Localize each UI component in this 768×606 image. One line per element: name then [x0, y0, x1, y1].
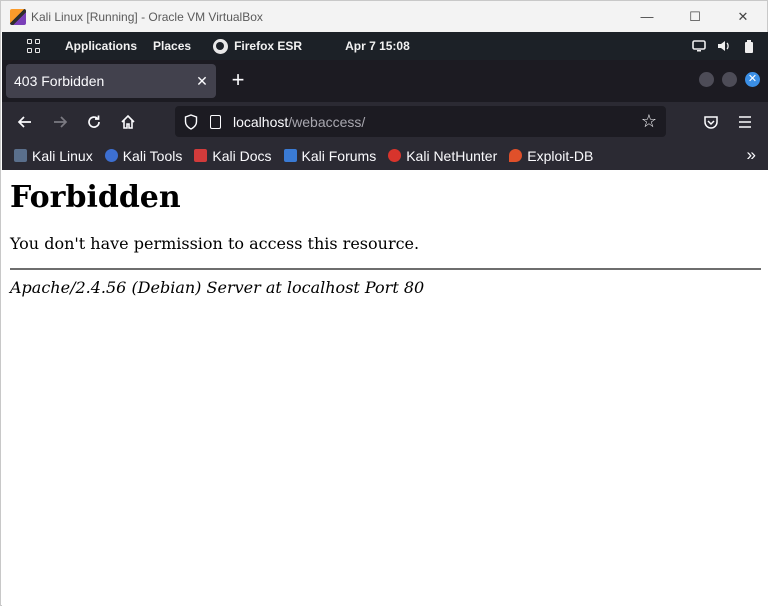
bookmarks-toolbar: Kali Linux Kali Tools Kali Docs Kali For…	[2, 141, 768, 170]
tab-close-icon[interactable]: ✕	[188, 73, 216, 90]
home-button[interactable]	[116, 110, 140, 134]
forward-button[interactable]	[48, 110, 72, 134]
bookmarks-overflow-chevron-icon[interactable]: »	[747, 145, 756, 165]
tab-403-forbidden[interactable]: 403 Forbidden ✕	[6, 64, 216, 98]
kali-forums-icon	[283, 149, 297, 162]
tab-title: 403 Forbidden	[14, 73, 105, 89]
bookmark-kali-nethunter[interactable]: Kali NetHunter	[388, 148, 497, 164]
panel-clock[interactable]: Apr 7 15:08	[345, 39, 410, 53]
applications-menu[interactable]: Applications	[65, 39, 137, 53]
bookmark-kali-docs[interactable]: Kali Docs	[194, 147, 272, 164]
browser-nav-bar: localhost/webaccess/ ☆	[2, 102, 768, 141]
host-window-controls: — ☐ ✕	[623, 1, 767, 32]
bookmark-star-icon[interactable]: ☆	[638, 110, 660, 132]
volume-icon[interactable]	[717, 40, 731, 52]
bookmark-label: Kali Docs	[212, 147, 272, 164]
url-path: /webaccess/	[288, 113, 366, 130]
virtualbox-app-icon	[10, 8, 26, 25]
kali-docs-icon	[194, 149, 208, 162]
page-heading: Forbidden	[10, 180, 181, 215]
bookmark-kali-tools[interactable]: Kali Tools	[104, 147, 183, 164]
reload-button[interactable]	[82, 110, 106, 134]
bookmark-label: Exploit-DB	[527, 147, 594, 164]
page-content: Forbidden You don't have permission to a…	[2, 170, 768, 606]
new-tab-button[interactable]: +	[226, 69, 250, 93]
pocket-button[interactable]	[699, 110, 723, 134]
browser-tab-strip: 403 Forbidden ✕ + ✕	[2, 60, 768, 102]
host-titlebar: Kali Linux [Running] - Oracle VM Virtual…	[1, 1, 767, 32]
server-signature: Apache/2.4.56 (Debian) Server at localho…	[10, 278, 425, 297]
url-text[interactable]: localhost/webaccess/	[233, 114, 365, 130]
app-grid-icon[interactable]	[27, 39, 41, 53]
address-bar[interactable]: localhost/webaccess/ ☆	[175, 106, 666, 137]
bookmark-exploit-db[interactable]: Exploit-DB	[509, 148, 593, 164]
kali-dragon-icon	[14, 149, 27, 162]
app-menu-button[interactable]	[733, 110, 757, 134]
host-window-title: Kali Linux [Running] - Oracle VM Virtual…	[31, 9, 263, 24]
tracking-protection-shield-icon[interactable]	[184, 113, 198, 130]
exploit-db-icon	[509, 149, 523, 162]
display-icon[interactable]	[692, 40, 706, 52]
close-button[interactable]: ✕	[719, 1, 767, 32]
error-message: You don't have permission to access this…	[10, 234, 420, 253]
browser-close-button[interactable]: ✕	[745, 72, 760, 87]
browser-window-controls: ✕	[699, 72, 760, 87]
bookmark-label: Kali NetHunter	[406, 147, 498, 164]
places-menu[interactable]: Places	[153, 39, 191, 53]
bookmark-kali-forums[interactable]: Kali Forums	[283, 147, 377, 164]
minimize-button[interactable]: —	[623, 1, 671, 32]
back-button[interactable]	[13, 110, 37, 134]
virtualbox-window: Kali Linux [Running] - Oracle VM Virtual…	[0, 0, 768, 606]
maximize-button[interactable]: ☐	[671, 1, 719, 32]
browser-minimize-button[interactable]	[699, 72, 714, 87]
bookmark-label: Kali Linux	[32, 147, 93, 164]
bookmark-kali-linux[interactable]: Kali Linux	[14, 148, 93, 164]
active-app-label[interactable]: Firefox ESR	[234, 39, 302, 53]
kali-tools-icon	[104, 149, 118, 162]
bookmark-label: Kali Tools	[122, 147, 183, 164]
browser-maximize-button[interactable]	[722, 72, 737, 87]
desktop-top-panel: Applications Places Firefox ESR Apr 7 15…	[2, 32, 768, 60]
divider	[10, 268, 761, 270]
nethunter-icon	[388, 149, 402, 162]
system-tray	[692, 32, 756, 60]
firefox-icon	[213, 38, 229, 54]
bookmark-label: Kali Forums	[301, 147, 377, 164]
url-host: localhost	[233, 113, 289, 130]
page-info-icon[interactable]	[210, 114, 221, 129]
battery-icon[interactable]	[742, 39, 756, 53]
